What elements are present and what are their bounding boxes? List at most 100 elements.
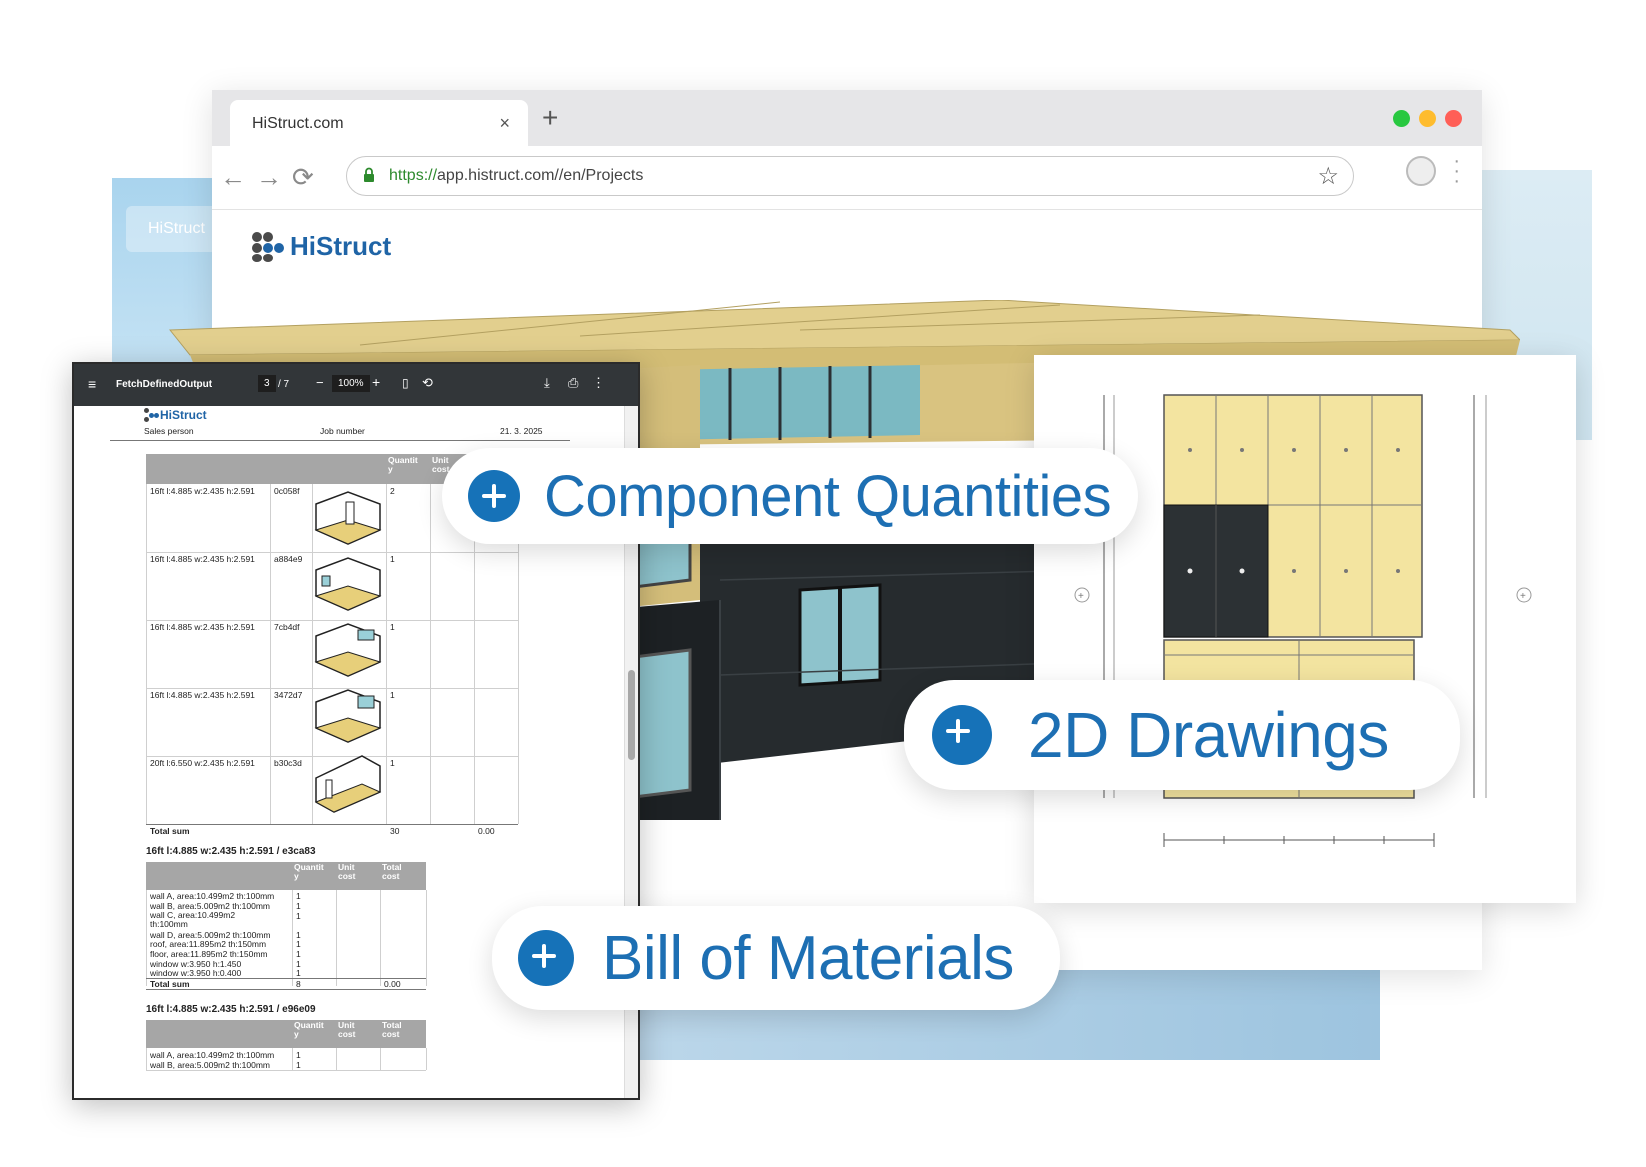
table1-total-label: Total sum [150,826,190,836]
header-rule [110,440,570,441]
row-code: 7cb4df [274,622,300,632]
job-number-label: Job number [320,426,365,436]
grid-line [146,484,147,824]
row-name: wall B, area:5.009m2 th:100mm [150,1060,271,1070]
row-name: 16ft l:4.885 w:2.435 h:2.591 [150,622,255,632]
sales-person-label: Sales person [144,426,194,436]
row-name: wall A, area:10.499m2 th:100mm [150,1050,275,1060]
2d-drawings-callout[interactable]: 2D Drawings [904,680,1460,790]
row-qty: 1 [296,949,301,959]
svg-text:+: + [1520,591,1526,602]
row-qty: 1 [296,1060,301,1070]
row-name: 16ft l:4.885 w:2.435 h:2.591 [150,486,255,496]
row-qty: 1 [296,911,301,921]
url-scheme: https:// [389,167,438,184]
browser-menu-icon[interactable]: · · · [1453,151,1460,191]
download-icon[interactable]: ⤓ [544,375,550,391]
grid-line [146,1070,426,1071]
tab-bar: HiStruct.com × + [212,90,1482,146]
more-icon[interactable]: ⋮ [592,375,605,391]
2d-drawings-label: 2D Drawings [1028,699,1389,771]
row-name: roof, area:11.895m2 th:150mm [150,939,267,949]
pdf-logo-mark [144,408,160,422]
grid-line [146,824,518,825]
new-tab-button[interactable]: + [542,102,558,134]
zoom-level[interactable]: 100% [332,375,370,392]
plus-icon [932,705,992,765]
grid-line [336,890,337,986]
svg-text:+: + [1078,591,1084,602]
menu-icon[interactable]: ≡ [88,376,96,392]
component-quantities-callout[interactable]: Component Quantities [442,448,1138,544]
fit-page-icon[interactable]: ▯ [402,376,409,390]
forward-arrow-icon[interactable]: → [256,162,282,193]
print-icon[interactable]: ⎙ [568,375,578,391]
table3-col-unit: Unit cost [338,1020,356,1039]
url-path: app.histruct.com//en/Projects [437,167,644,184]
grid-line [386,484,387,824]
table1-col-unit: Unit cost [432,455,450,474]
histruct-logo: HiStruct [252,230,391,262]
star-icon[interactable]: ☆ [1317,162,1339,191]
address-bar: ← → ⟳ https://app.histruct.com//en/Proje… [212,146,1482,210]
table2-col-quantity: Quantit y [294,862,324,881]
container-thumbnail [314,623,382,677]
row-name: wall A, area:10.499m2 th:100mm [150,891,275,901]
row-name: 20ft l:6.550 w:2.435 h:2.591 [150,758,255,768]
row-name: 16ft l:4.885 w:2.435 h:2.591 [150,554,255,564]
zoom-in-icon[interactable]: + [372,374,380,390]
row-qty: 1 [296,901,301,911]
row-qty: 2 [390,486,395,496]
pdf-toolbar: ≡ FetchDefinedOutput 3 / 7 − 100% + ▯ ⟲ … [74,364,638,406]
container-thumbnail [314,755,382,813]
browser-tab[interactable]: HiStruct.com × [230,100,528,146]
pdf-title: FetchDefinedOutput [116,379,213,390]
row-name: floor, area:11.895m2 th:150mm [150,949,268,959]
close-button[interactable] [1445,110,1462,127]
grid-line [270,484,271,824]
pdf-logo: HiStruct [144,408,207,422]
floor-plan-drawing: + + [1074,394,1532,847]
container-thumbnail [314,557,382,611]
lock-icon [364,167,374,182]
grid-line [336,1048,337,1070]
logo-mark [252,230,288,262]
row-name: wall C, area:10.499m2 th:100mm [150,910,236,929]
grid-line [380,1048,381,1070]
grid-line [146,1048,147,1070]
row-qty: 1 [390,622,395,632]
table2-col-unit: Unit cost [338,862,356,881]
grid-line [426,1048,427,1070]
pdf-scrollbar-thumb[interactable] [628,670,635,760]
table2-title: 16ft l:4.885 w:2.435 h:2.591 / e3ca83 [146,846,316,857]
tab-title: HiStruct.com [252,115,344,132]
row-code: 0c058f [274,486,300,496]
minimize-button[interactable] [1419,110,1436,127]
marketing-composite: HiStruct HiStruct.com × + ← → ⟳ https://… [0,0,1646,1167]
page-number-input[interactable]: 3 [258,375,276,392]
date-label: 21. 3. 2025 [500,426,543,436]
tab-close-icon[interactable]: × [499,113,510,134]
maximize-button[interactable] [1393,110,1410,127]
profile-icon[interactable] [1406,156,1436,186]
bill-of-materials-callout[interactable]: Bill of Materials [492,906,1060,1010]
table3-col-quantity: Quantit y [294,1020,324,1039]
url-input[interactable]: https://app.histruct.com//en/Projects ☆ [346,156,1354,196]
grid-line [146,890,147,986]
zoom-out-icon[interactable]: − [316,375,324,390]
row-qty: 1 [390,554,395,564]
row-qty: 1 [296,968,301,978]
row-code: b30c3d [274,758,302,768]
grid-line [292,1048,293,1070]
plus-icon [468,470,520,522]
back-arrow-icon[interactable]: ← [220,162,246,193]
reload-icon[interactable]: ⟳ [292,162,314,193]
table1-total-qty: 30 [390,826,400,836]
table2-total-cost: 0.00 [384,979,401,989]
rotate-icon[interactable]: ⟲ [422,375,433,391]
row-name: 16ft l:4.885 w:2.435 h:2.591 [150,690,255,700]
2d-drawing-panel[interactable]: + + [1034,355,1576,903]
grid-line [380,890,381,986]
container-thumbnail [314,689,382,743]
table2-total-qty: 8 [296,979,301,989]
